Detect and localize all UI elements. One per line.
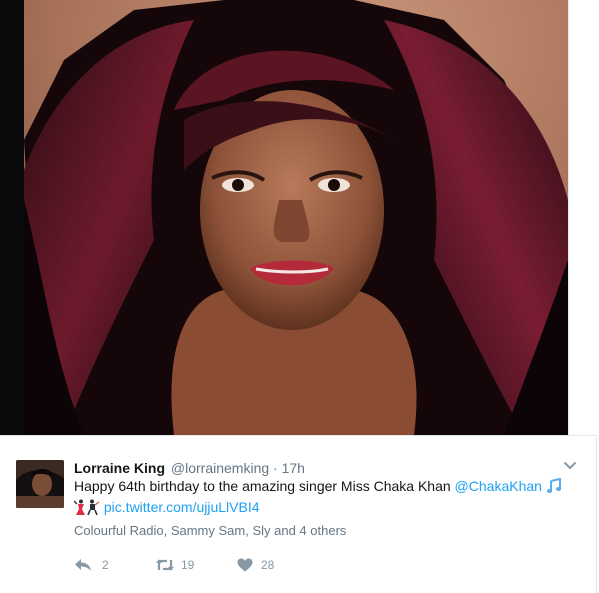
reply-icon bbox=[74, 558, 92, 572]
heart-icon bbox=[237, 558, 253, 572]
liked-by-summary[interactable]: Colourful Radio, Sammy Sam, Sly and 4 ot… bbox=[74, 523, 346, 538]
media-right-margin bbox=[568, 0, 599, 435]
pic-link[interactable]: pic.twitter.com/ujjuLlVBI4 bbox=[104, 499, 260, 515]
author-name[interactable]: Lorraine King bbox=[74, 460, 165, 476]
like-count: 28 bbox=[261, 558, 275, 572]
tweet-timestamp[interactable]: 17h bbox=[282, 460, 305, 476]
chevron-down-icon[interactable] bbox=[562, 458, 578, 474]
like-button[interactable]: 28 bbox=[237, 555, 274, 575]
author-handle[interactable]: @lorrainemking bbox=[171, 460, 269, 476]
reply-count: 2 bbox=[102, 558, 109, 572]
tweet-card[interactable]: Lorraine King @lorrainemking · 17h Happy… bbox=[0, 435, 597, 593]
singer-emoji bbox=[86, 499, 100, 519]
avatar[interactable] bbox=[16, 460, 64, 508]
reply-button[interactable]: 2 bbox=[74, 555, 109, 575]
header-separator: · bbox=[273, 460, 278, 476]
tweet-media[interactable] bbox=[0, 0, 599, 435]
retweet-count: 19 bbox=[181, 558, 195, 572]
retweet-button[interactable]: 19 bbox=[155, 555, 194, 575]
tweet-text: Happy 64th birthday to the amazing singe… bbox=[73, 477, 574, 519]
retweet-icon bbox=[155, 558, 175, 572]
tweet-header: Lorraine King @lorrainemking · 17h bbox=[74, 459, 305, 477]
musical-notes-emoji bbox=[546, 477, 564, 498]
media-photo[interactable] bbox=[24, 0, 568, 435]
tweet-text-body: Happy 64th birthday to the amazing singe… bbox=[74, 478, 455, 494]
dancer-emoji bbox=[73, 499, 86, 519]
mention-link[interactable]: @ChakaKhan bbox=[455, 478, 542, 494]
